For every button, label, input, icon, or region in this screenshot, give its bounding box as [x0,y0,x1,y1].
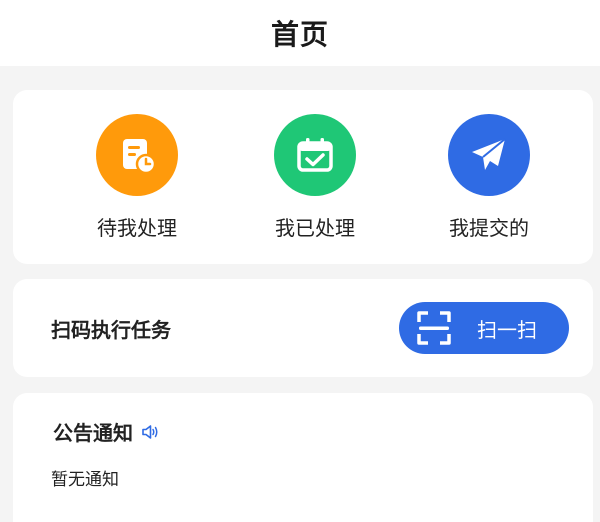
notice-header: 公告通知 [53,417,159,446]
quick-action-label: 待我处理 [97,216,177,240]
quick-action-submitted[interactable]: 我提交的 [399,90,579,264]
scan-task-card: 扫码执行任务 扫一扫 [13,279,593,377]
scan-button-label: 扫一扫 [477,317,537,342]
paper-plane-icon [448,114,530,196]
notice-empty-text: 暂无通知 [51,470,119,490]
quick-action-label: 我已处理 [275,216,355,240]
scan-frame-icon [417,311,451,345]
header-bar: 首页 [0,0,600,66]
scan-task-title: 扫码执行任务 [51,317,171,342]
quick-actions-card: 待我处理 我已处理 我提交的 [13,90,593,264]
notice-title: 公告通知 [53,421,133,445]
calendar-check-icon [274,114,356,196]
speaker-icon [142,424,158,439]
pending-document-icon [96,114,178,196]
notice-card: 公告通知 暂无通知 [13,393,593,522]
quick-action-processed[interactable]: 我已处理 [225,90,405,264]
quick-action-pending[interactable]: 待我处理 [47,90,227,264]
page-title: 首页 [270,18,329,51]
scan-button[interactable]: 扫一扫 [399,302,569,354]
quick-action-label: 我提交的 [449,216,529,240]
